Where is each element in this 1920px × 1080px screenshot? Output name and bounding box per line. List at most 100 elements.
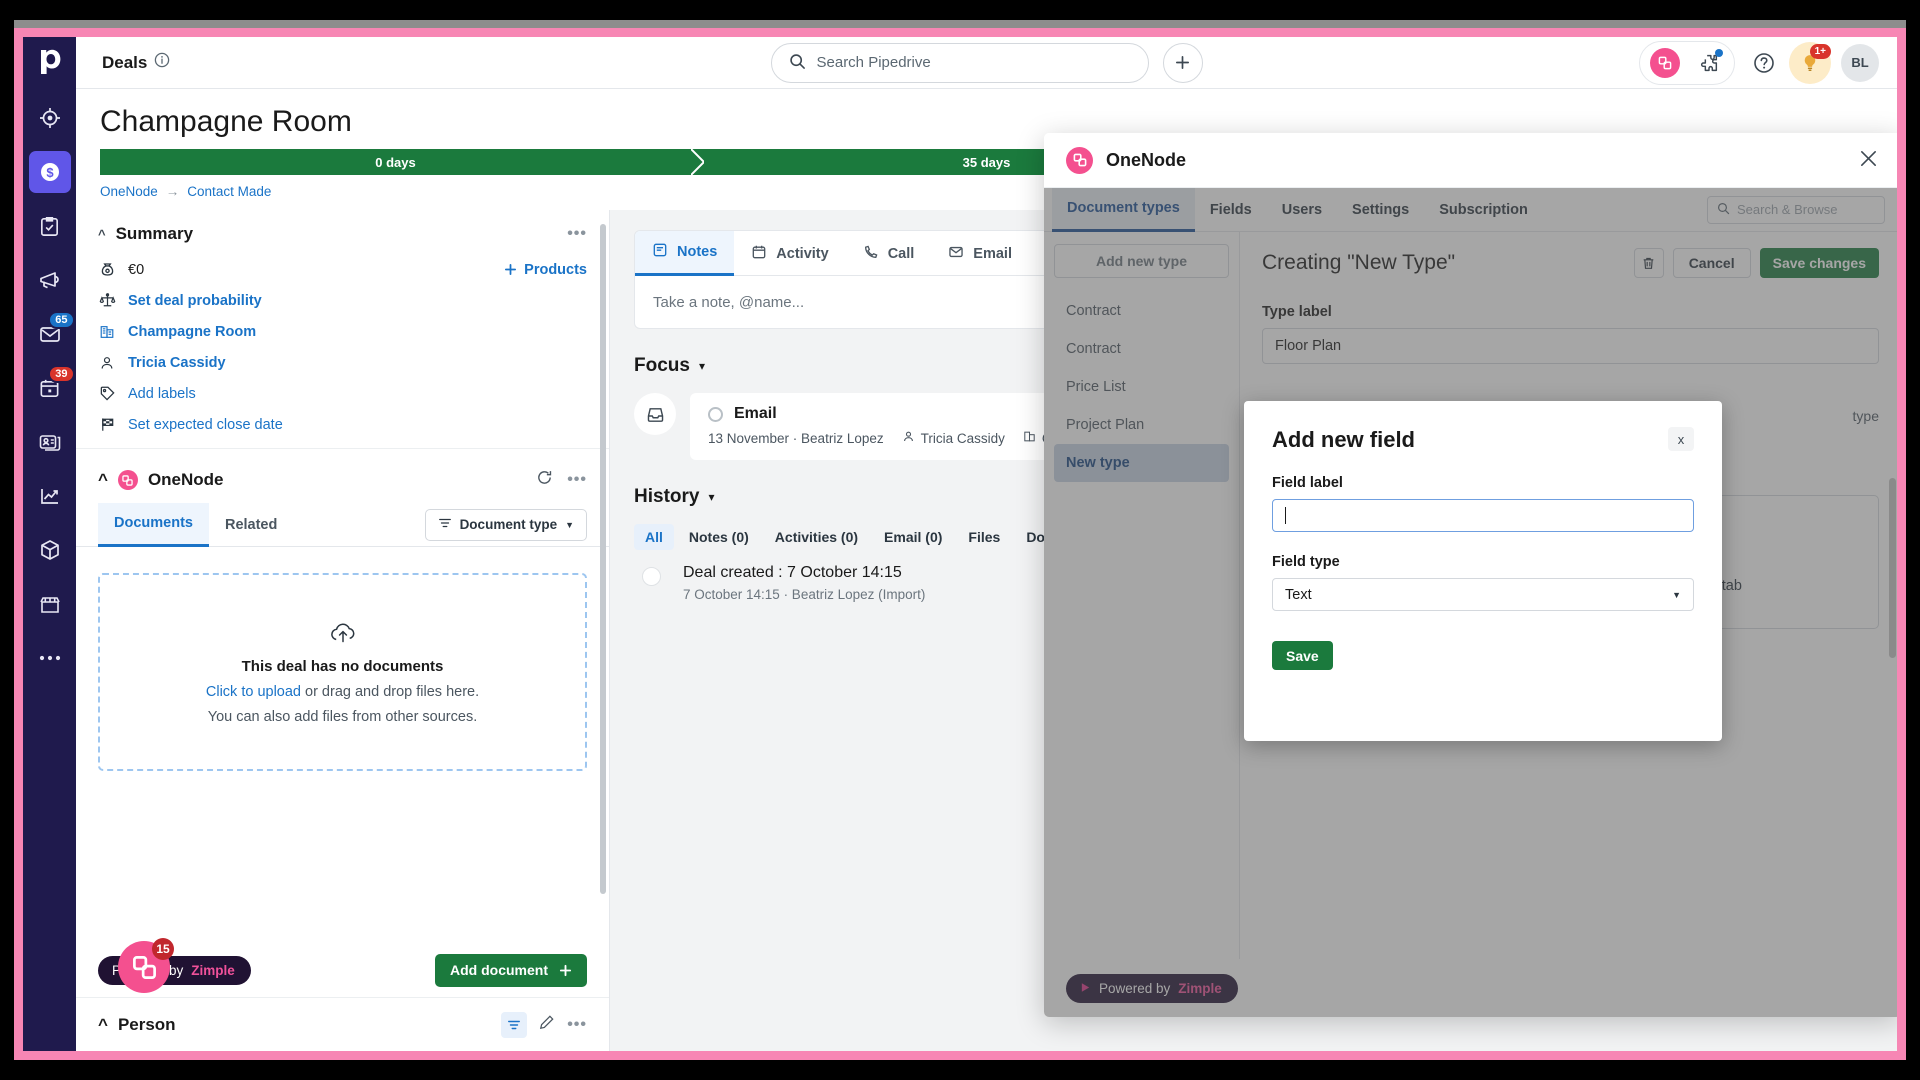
filter-icon[interactable]	[501, 1011, 528, 1038]
edit-pencil-icon[interactable]	[539, 1014, 555, 1035]
focus-activity-person[interactable]: Tricia Cassidy	[902, 430, 1005, 446]
focus-activity-date-author: 13 November · Beatriz Lopez	[708, 430, 884, 446]
zimple-name: Zimple	[191, 962, 235, 978]
sidebar-item-calendar[interactable]: 39	[29, 365, 75, 409]
sidebar-item-activities[interactable]	[29, 205, 71, 247]
help-button[interactable]	[1743, 42, 1785, 84]
close-icon[interactable]: x	[1668, 427, 1694, 451]
tab-call[interactable]: Call	[846, 231, 932, 276]
focus-activity-date: 13 November	[708, 430, 790, 446]
person-more-button[interactable]: •••	[567, 1016, 587, 1034]
field-type-select[interactable]: Text ▼	[1272, 578, 1694, 611]
onenode-icon	[1650, 47, 1680, 78]
pipedrive-logo[interactable]	[29, 43, 71, 81]
sidebar-item-more[interactable]	[29, 637, 71, 679]
close-icon[interactable]	[1858, 148, 1879, 173]
search-input[interactable]: Search Pipedrive	[770, 42, 1149, 83]
sidebar-scrollbar[interactable]	[600, 224, 606, 894]
summary-row-value[interactable]: €0 Products	[76, 254, 609, 285]
history-tab-notes[interactable]: Notes (0)	[678, 524, 760, 550]
sidebar-item-leads[interactable]	[29, 97, 71, 139]
onenode-icon	[1066, 146, 1093, 174]
info-icon[interactable]	[154, 52, 170, 73]
refresh-icon[interactable]	[536, 469, 553, 491]
page-title: Deals	[102, 52, 170, 73]
tab-activity[interactable]: Activity	[734, 231, 845, 276]
sidebar-item-marketplace[interactable]	[29, 583, 71, 625]
breadcrumb-stage[interactable]: Contact Made	[187, 184, 271, 199]
person-link[interactable]: Tricia Cassidy	[128, 355, 226, 371]
onenode-floating-button[interactable]: 15	[118, 938, 174, 993]
click-to-upload-link[interactable]: Click to upload	[206, 684, 301, 700]
history-tab-all[interactable]: All	[634, 524, 674, 550]
search-placeholder: Search Pipedrive	[816, 54, 931, 71]
deal-detail-sidebar: ^ Summary ••• €0 Products Set deal proba…	[76, 210, 610, 1051]
breadcrumb-source[interactable]: OneNode	[100, 184, 158, 199]
onenode-panel-actions: •••	[536, 469, 587, 491]
set-close-date-link[interactable]: Set expected close date	[128, 417, 283, 433]
modal-scrollbar[interactable]	[1889, 478, 1896, 658]
tab-related[interactable]: Related	[209, 503, 293, 547]
global-search-area: Search Pipedrive	[770, 42, 1203, 83]
add-document-button[interactable]: Add document	[435, 953, 587, 987]
onenode-app-button[interactable]	[1644, 42, 1686, 84]
extensions-notification-dot	[1715, 48, 1723, 57]
sidebar-item-contacts[interactable]	[29, 421, 71, 463]
history-entry-dot-icon	[642, 567, 661, 586]
add-products-button[interactable]: Products	[504, 262, 587, 278]
summary-row-probability[interactable]: Set deal probability	[76, 285, 609, 316]
onenode-fab-badge: 15	[152, 938, 174, 960]
add-labels-link[interactable]: Add labels	[128, 386, 196, 402]
history-tab-email[interactable]: Email (0)	[873, 524, 953, 550]
sidebar-item-deals[interactable]: $	[28, 151, 71, 193]
person-section-actions: •••	[501, 1011, 587, 1038]
phone-icon	[863, 244, 879, 264]
deal-stage[interactable]: 0 days	[100, 149, 704, 175]
sidebar-item-campaigns[interactable]	[29, 259, 71, 301]
document-dropzone[interactable]: This deal has no documents Click to uplo…	[98, 573, 587, 771]
tab-email[interactable]: Email	[931, 231, 1029, 276]
field-label-input[interactable]	[1272, 499, 1694, 532]
tab-documents[interactable]: Documents	[98, 502, 209, 547]
document-type-filter[interactable]: Document type ▼	[424, 508, 587, 541]
sidebar-item-mail[interactable]: 65	[29, 311, 75, 355]
dropzone-title: This deal has no documents	[241, 657, 444, 675]
chevron-up-icon[interactable]: ^	[98, 227, 106, 242]
summary-row-person[interactable]: Tricia Cassidy	[76, 347, 609, 378]
envelope-icon	[948, 244, 964, 264]
extensions-button[interactable]	[1688, 42, 1730, 84]
summary-more-button[interactable]: •••	[567, 225, 587, 243]
summary-row-organization[interactable]: Champagne Room	[76, 316, 609, 347]
contact-card-icon	[38, 431, 62, 453]
whats-new-badge: 1+	[1809, 43, 1831, 59]
sidebar-item-products[interactable]	[29, 529, 71, 571]
cloud-upload-icon	[328, 620, 358, 649]
sidebar-item-insights[interactable]	[29, 475, 71, 517]
tag-icon	[98, 385, 116, 402]
pipedrive-app: $ 65 39 Deals Search Pipedrive 1+ BL Cha…	[23, 37, 1897, 1051]
tab-activity-label: Activity	[776, 245, 829, 262]
stage-chevron-icon	[691, 149, 704, 175]
onenode-panel-more-button[interactable]: •••	[567, 471, 587, 489]
tab-notes[interactable]: Notes	[635, 231, 735, 276]
history-tab-activities[interactable]: Activities (0)	[764, 524, 869, 550]
onenode-icon	[117, 470, 138, 490]
save-button[interactable]: Save	[1272, 641, 1333, 670]
dialog-header: Add new field x	[1272, 427, 1694, 453]
set-deal-probability-link[interactable]: Set deal probability	[128, 293, 262, 309]
activity-complete-checkbox[interactable]	[708, 406, 723, 422]
note-icon	[652, 242, 668, 262]
whats-new-button[interactable]: 1+	[1789, 41, 1831, 84]
add-button[interactable]	[1162, 42, 1203, 83]
avatar[interactable]: BL	[1841, 43, 1879, 82]
summary-row-close-date[interactable]: Set expected close date	[76, 409, 609, 440]
history-heading: History	[634, 486, 700, 507]
flag-icon	[98, 416, 116, 433]
focus-activity-person-name: Tricia Cassidy	[920, 430, 1005, 446]
chevron-up-icon[interactable]: ^	[98, 1015, 108, 1035]
summary-row-labels[interactable]: Add labels	[76, 378, 609, 409]
history-tab-files[interactable]: Files	[957, 524, 1011, 550]
chevron-up-icon[interactable]: ^	[98, 470, 108, 490]
organization-link[interactable]: Champagne Room	[128, 324, 256, 340]
field-type-caption: Field type	[1272, 554, 1340, 570]
